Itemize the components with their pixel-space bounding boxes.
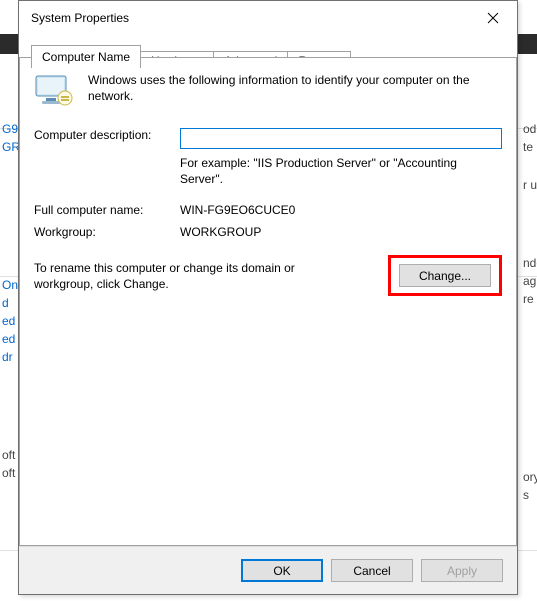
intro-text: Windows uses the following information t… [88,72,502,110]
description-example: For example: "IIS Production Server" or … [180,155,502,187]
computer-icon [34,74,74,110]
fullname-label: Full computer name: [34,201,180,217]
change-help-text: To rename this computer or change its do… [34,260,304,292]
ok-button[interactable]: OK [241,559,323,582]
button-label: Change... [419,269,471,283]
background-right-text: od te r u ndo ag re ory s [521,120,537,581]
change-button-highlight: Change... [388,255,502,296]
close-icon [487,12,499,24]
close-button[interactable] [473,4,513,32]
cancel-button[interactable]: Cancel [331,559,413,582]
button-label: Cancel [353,564,390,578]
titlebar[interactable]: System Properties [19,1,517,34]
system-properties-dialog: System Properties Computer Name Hardware… [18,0,518,595]
tab-panel-computer-name: Windows uses the following information t… [19,57,517,546]
workgroup-value: WORKGROUP [180,223,502,239]
workgroup-label: Workgroup: [34,223,180,239]
description-label: Computer description: [34,126,180,142]
dialog-content: Computer Name Hardware Advanced Remote [19,34,517,546]
fullname-value: WIN-FG9EO6CUCE0 [180,201,502,217]
tab-computer-name[interactable]: Computer Name [31,45,141,68]
background-left-text: G9 GR On d ed ed dr oft oft [0,120,18,561]
dialog-title: System Properties [31,11,129,25]
apply-button[interactable]: Apply [421,559,503,582]
button-label: OK [273,564,290,578]
tab-label: Computer Name [42,50,130,64]
computer-description-input[interactable] [180,128,502,149]
dialog-footer: OK Cancel Apply [19,546,517,594]
change-button[interactable]: Change... [399,264,491,287]
button-label: Apply [447,564,477,578]
